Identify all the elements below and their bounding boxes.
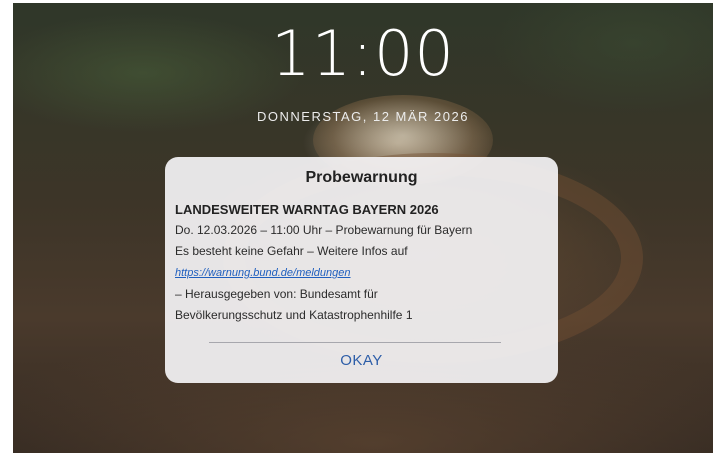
lock-screen-date: DONNERSTAG, 12 MÄR 2026 <box>257 109 469 124</box>
alert-title: Probewarnung <box>305 169 418 186</box>
alert-info-link[interactable]: https://warnung.bund.de/meldungen <box>175 267 351 279</box>
alert-heading: LANDESWEITER WARNTAG BAYERN 2026 <box>175 202 439 217</box>
alert-line-date: Do. 12.03.2026 – 11:00 Uhr – Probewarnun… <box>175 223 473 237</box>
alert-line-publisher: – Herausgegeben von: Bundesamt für <box>175 287 378 301</box>
alert-line-info: Es besteht keine Gefahr – Weitere Infos … <box>175 244 408 258</box>
okay-button[interactable]: OKAY <box>165 347 558 375</box>
alert-divider <box>209 342 501 343</box>
lock-screen-time: 11:00 <box>271 17 455 90</box>
alert-line-agency: Bevölkerungsschutz und Katastrophenhilfe… <box>175 308 413 322</box>
emergency-alert-dialog: Probewarnung LANDESWEITER WARNTAG BAYERN… <box>165 157 558 383</box>
lock-screen: 11:00 DONNERSTAG, 12 MÄR 2026 Probewarnu… <box>13 3 713 453</box>
